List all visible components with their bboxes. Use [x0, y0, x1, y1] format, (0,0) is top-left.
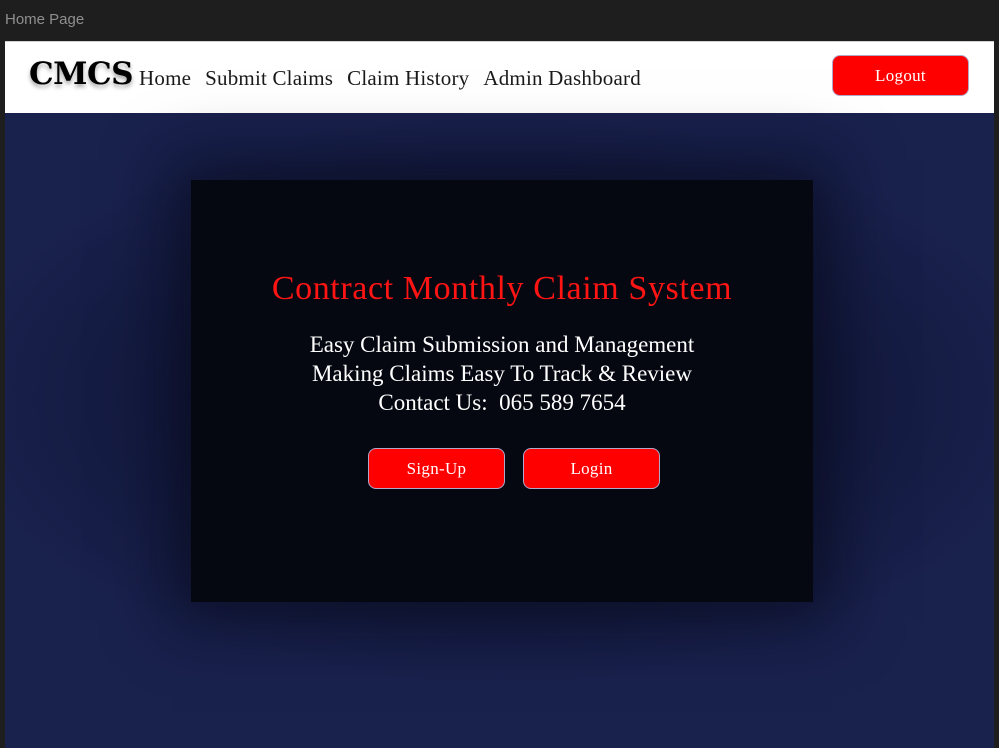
hero-subtagline: Making Claims Easy To Track & Review: [311, 361, 692, 386]
login-button[interactable]: Login: [523, 448, 660, 489]
nav-link-submit-claims[interactable]: Submit Claims: [205, 66, 333, 91]
nav-link-claim-history[interactable]: Claim History: [347, 66, 469, 91]
navbar: CMCS Home Submit Claims Claim History Ad…: [5, 41, 994, 113]
brand-logo[interactable]: CMCS: [29, 56, 134, 92]
nav-link-admin-dashboard[interactable]: Admin Dashboard: [483, 66, 641, 91]
window-title: Home Page: [5, 11, 85, 28]
hero-panel: Contract Monthly Claim System Easy Claim…: [191, 180, 813, 602]
signup-button[interactable]: Sign-Up: [368, 448, 505, 489]
hero-text: Easy Claim Submission and Management Mak…: [191, 330, 813, 417]
hero-contact: Contact Us: 065 589 7654: [378, 390, 626, 415]
nav-links: Home Submit Claims Claim History Admin D…: [139, 66, 641, 91]
hero-buttons: Sign-Up Login: [368, 448, 660, 489]
hero-title: Contract Monthly Claim System: [271, 270, 733, 307]
hero-tagline: Easy Claim Submission and Management: [309, 332, 695, 357]
page-frame: CMCS Home Submit Claims Claim History Ad…: [5, 41, 994, 748]
logout-button[interactable]: Logout: [832, 55, 969, 96]
nav-link-home[interactable]: Home: [139, 66, 191, 91]
